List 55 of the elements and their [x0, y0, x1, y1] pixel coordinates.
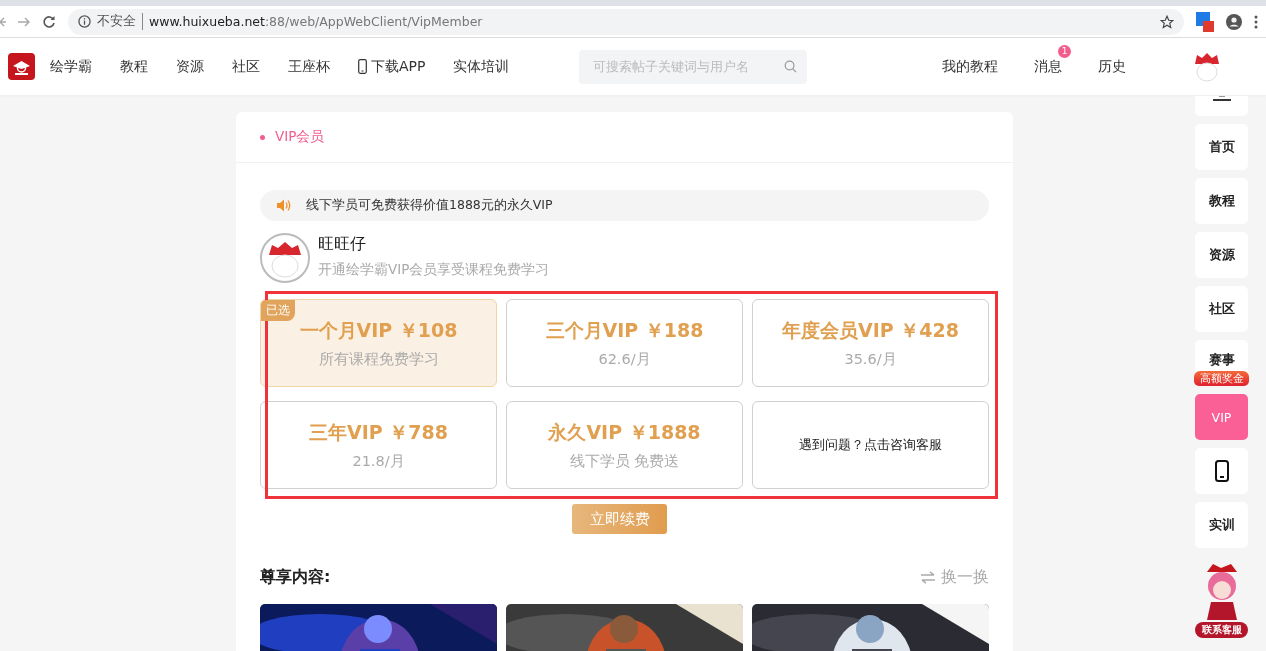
- extension-icon[interactable]: [1196, 11, 1214, 32]
- service-label: 联系客服: [1195, 622, 1248, 638]
- user-subtitle: 开通绘学霸VIP会员享受课程免费学习: [318, 261, 550, 279]
- help-option[interactable]: 遇到问题？点击咨询客服: [752, 401, 989, 489]
- service-button[interactable]: 联系客服: [1195, 562, 1248, 638]
- help-text: 遇到问题？点击咨询客服: [799, 436, 942, 454]
- prize-badge: 高额奖金: [1194, 371, 1249, 386]
- star-icon[interactable]: [1160, 14, 1174, 29]
- url-text: www.huixueba.net:88/web/AppWebClient/VipMember: [149, 14, 483, 29]
- address-bar[interactable]: 不安全 www.huixueba.net:88/web/AppWebClient/VipMember: [68, 8, 1184, 35]
- nav-link[interactable]: 我的教程: [942, 57, 998, 76]
- plan-title: 三年VIP ￥788: [309, 419, 448, 445]
- notice-text: 线下学员可免费获得价值1888元的永久VIP: [306, 197, 553, 214]
- nav-link[interactable]: 历史: [1098, 57, 1126, 76]
- swap-icon: [920, 571, 936, 584]
- message-count-badge: 1: [1058, 44, 1071, 58]
- plan-title: 年度会员VIP ￥428: [782, 317, 959, 343]
- sidebar-button[interactable]: 教程: [1195, 178, 1248, 224]
- sidebar-button[interactable]: 社区: [1195, 286, 1248, 332]
- sidebar-button[interactable]: 赛事 高额奖金: [1195, 340, 1248, 386]
- section-title: 尊享内容:: [260, 567, 331, 588]
- user-name: 旺旺仔: [318, 234, 367, 255]
- plan-subtitle: 线下学员 免费送: [569, 451, 680, 471]
- nav-link[interactable]: 下载APP: [358, 57, 426, 76]
- sidebar-button[interactable]: 首页: [1195, 124, 1248, 170]
- sidebar-button[interactable]: 资源: [1195, 232, 1248, 278]
- plan-subtitle: 所有课程免费学习: [318, 349, 439, 369]
- plan-title: 永久VIP ￥1888: [548, 419, 701, 445]
- avatar-icon: [260, 233, 310, 283]
- menu-icon[interactable]: [1212, 96, 1231, 102]
- phone-icon: [1214, 460, 1229, 482]
- more-icon[interactable]: [1254, 14, 1258, 29]
- security-label: 不安全: [97, 13, 143, 30]
- logo-icon[interactable]: [8, 53, 35, 80]
- account-icon[interactable]: [1226, 13, 1242, 30]
- selected-tag: 已选: [261, 300, 295, 321]
- nav-link[interactable]: 绘学霸: [50, 57, 92, 76]
- plan-title: 一个月VIP ￥108: [299, 317, 458, 343]
- phone-icon: [358, 59, 367, 74]
- plan-subtitle: 62.6/月: [598, 349, 651, 369]
- breadcrumb-label: VIP会员: [275, 128, 325, 146]
- plan-title: 三个月VIP ￥188: [545, 317, 704, 343]
- nav-link[interactable]: 社区: [232, 57, 260, 76]
- sidebar-button[interactable]: [1195, 448, 1248, 494]
- sidebar-button[interactable]: 实训: [1195, 502, 1248, 548]
- info-icon: [78, 15, 91, 28]
- nav-link[interactable]: 实体培训: [453, 57, 510, 76]
- nav-link[interactable]: 消息: [1034, 57, 1062, 76]
- nav-link[interactable]: 教程: [120, 57, 148, 76]
- nav-link[interactable]: 王座杯: [288, 57, 330, 76]
- speaker-icon: [277, 199, 292, 212]
- reload-icon[interactable]: [42, 14, 56, 29]
- plan-subtitle: 35.6/月: [844, 349, 897, 369]
- plan-subtitle: 21.8/月: [352, 451, 405, 471]
- nav-link[interactable]: 资源: [176, 57, 204, 76]
